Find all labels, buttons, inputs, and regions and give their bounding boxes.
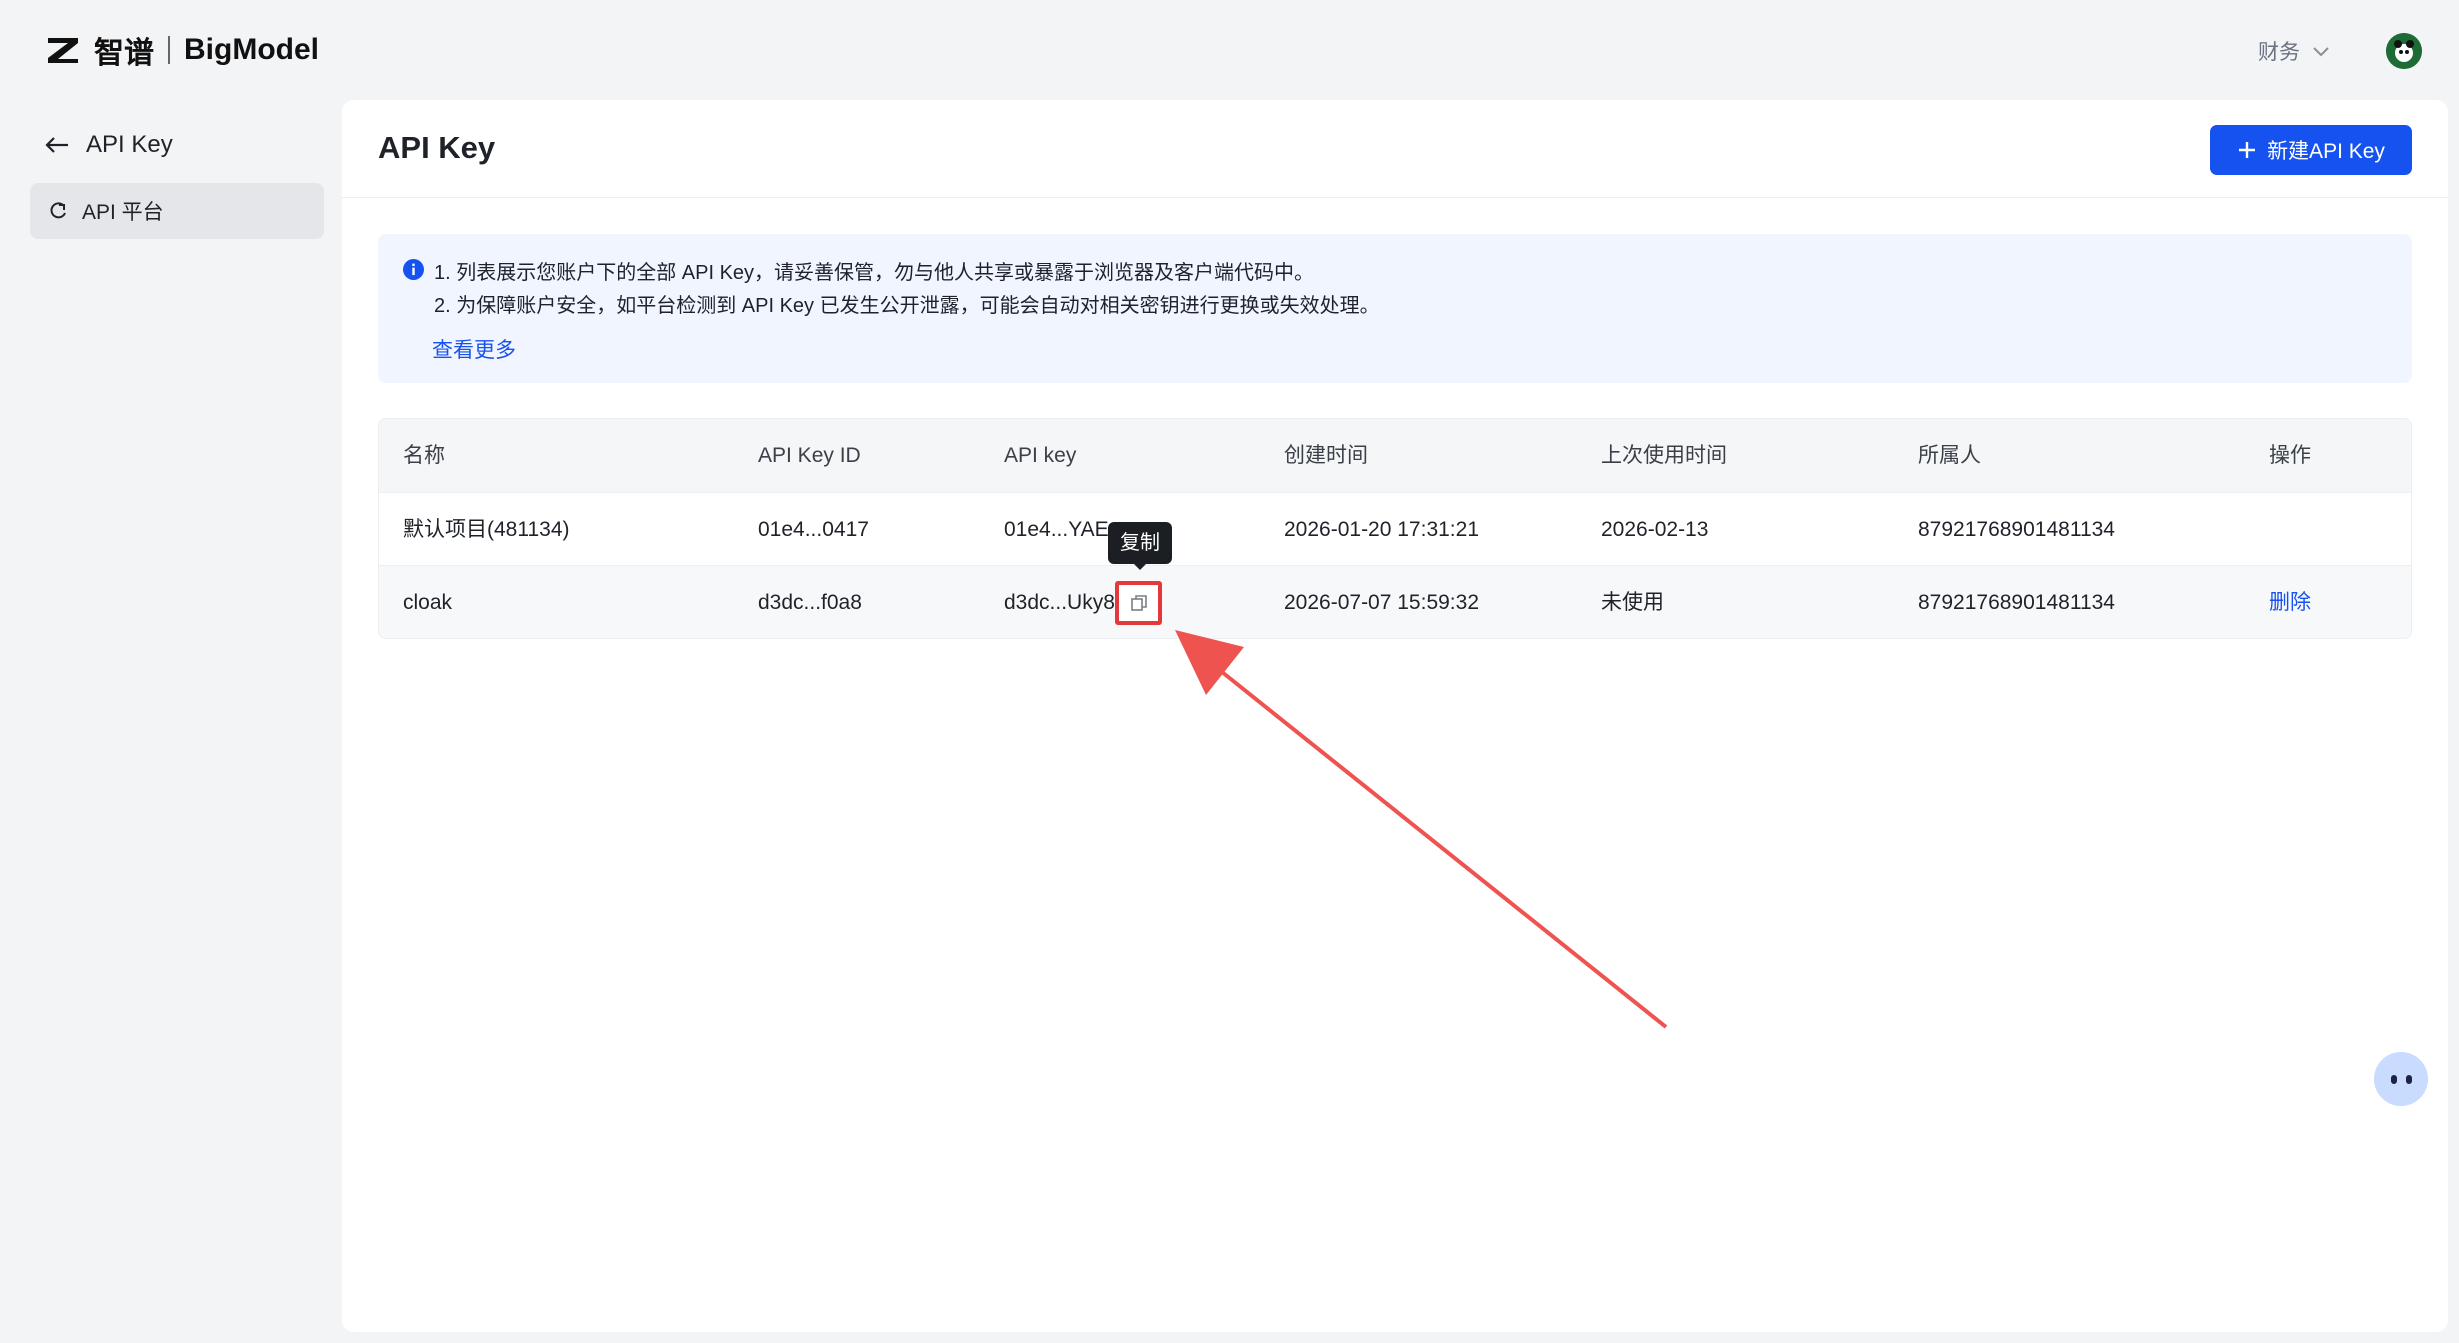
cell-owner: 87921768901481134 [1918, 591, 2115, 614]
new-api-key-label: 新建API Key [2267, 140, 2385, 163]
avatar[interactable] [2386, 33, 2422, 69]
cell-owner: 87921768901481134 [1918, 518, 2115, 541]
cell-name: cloak [403, 591, 453, 614]
cell-name: 默认项目(481134) [403, 518, 570, 541]
table-row: cloak d3dc...f0a8 d3dc...Uky8 2026-07-07… [379, 565, 2411, 638]
account-menu[interactable]: 财务 [2258, 36, 2330, 66]
brand-name-en: BigModel [184, 33, 319, 66]
arrow-left-icon [45, 137, 68, 153]
column-header-last-used: 上次使用时间 [1601, 444, 1727, 467]
account-menu-label: 财务 [2258, 41, 2300, 64]
sidebar-item-label: API 平台 [82, 201, 164, 224]
column-header-key-id: API Key ID [758, 444, 861, 467]
notice-line-1: 1. 列表展示您账户下的全部 API Key，请妥善保管，勿与他人共享或暴露于浏… [434, 262, 1315, 284]
cell-created: 2026-07-07 15:59:32 [1284, 591, 1479, 614]
column-header-actions: 操作 [2269, 444, 2311, 467]
sidebar-item-api-platform[interactable]: API 平台 [30, 183, 324, 239]
brand-name-cn: 智谱 [94, 37, 154, 70]
delete-button[interactable]: 删除 [2269, 566, 2311, 638]
header-divider [342, 197, 2448, 198]
brand-divider [168, 36, 170, 64]
bot-eye-right [2405, 1074, 2412, 1084]
back-label: API Key [86, 131, 173, 158]
cell-key-id: d3dc...f0a8 [758, 591, 862, 614]
api-key-table: 名称 API Key ID API key 创建时间 上次使用时间 所属人 操作… [378, 418, 2412, 639]
notice-panel: 1. 列表展示您账户下的全部 API Key，请妥善保管，勿与他人共享或暴露于浏… [378, 234, 2412, 383]
info-icon [403, 259, 424, 280]
cell-api-key: 01e4...YAE [1004, 518, 1109, 541]
table-header: 名称 API Key ID API key 创建时间 上次使用时间 所属人 操作 [379, 419, 2411, 492]
cell-last-used: 2026-02-13 [1601, 518, 1709, 541]
copy-tooltip: 复制 [1108, 522, 1172, 564]
chevron-down-icon [2313, 47, 2329, 57]
assistant-bot-icon[interactable] [2374, 1052, 2428, 1106]
cell-last-used: 未使用 [1601, 591, 1664, 614]
cell-created: 2026-01-20 17:31:21 [1284, 518, 1479, 541]
notice-line-2: 2. 为保障账户安全，如平台检测到 API Key 已发生公开泄露，可能会自动对… [434, 295, 1380, 317]
brand-logo[interactable]: 智谱 BigModel [46, 30, 319, 70]
column-header-created: 创建时间 [1284, 444, 1368, 467]
cell-key-id: 01e4...0417 [758, 518, 869, 541]
back-to-api-key[interactable]: API Key [44, 128, 173, 162]
column-header-api-key: API key [1004, 444, 1077, 467]
view-more-link[interactable]: 查看更多 [432, 334, 516, 364]
column-header-owner: 所属人 [1918, 444, 1981, 467]
tooltip-tail [1133, 563, 1147, 570]
page-title: API Key [378, 130, 496, 165]
column-header-name: 名称 [403, 444, 445, 467]
main-panel: API Key 新建API Key 1. 列表展示您账户下的全部 API Key… [342, 100, 2448, 1332]
sidebar [0, 100, 340, 1343]
z-logo-icon [48, 38, 78, 63]
cell-api-key: d3dc...Uky8 [1004, 591, 1115, 614]
platform-icon [50, 202, 66, 219]
bot-eye-left [2390, 1074, 2397, 1084]
top-bar: 智谱 BigModel 财务 [0, 0, 2459, 100]
table-row: 默认项目(481134) 01e4...0417 01e4...YAE 2026… [379, 492, 2411, 565]
new-api-key-button[interactable]: 新建API Key [2210, 125, 2412, 175]
copy-icon [1130, 595, 1147, 611]
copy-key-button[interactable] [1115, 581, 1162, 625]
avatar-image [2386, 33, 2422, 69]
plus-icon [2239, 142, 2256, 158]
